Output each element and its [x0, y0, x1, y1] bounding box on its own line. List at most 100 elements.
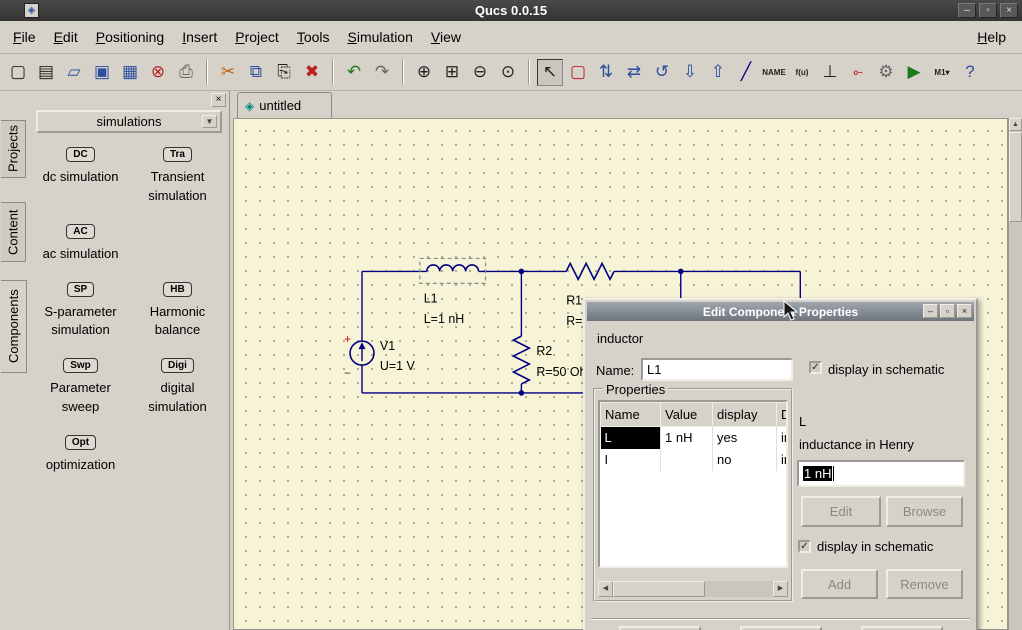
- v1-name-label[interactable]: V1: [380, 339, 395, 353]
- property-value-cell[interactable]: [660, 448, 713, 471]
- select-tool-icon[interactable]: ↖: [537, 58, 563, 86]
- copy-icon[interactable]: ⧉: [243, 59, 269, 86]
- popout-subcircuit-icon[interactable]: ⇧: [705, 59, 731, 86]
- property-display-checkbox[interactable]: [798, 540, 811, 553]
- scrollbar-thumb[interactable]: [1009, 132, 1022, 222]
- menu-view[interactable]: View: [422, 25, 470, 49]
- add-button[interactable]: Add: [801, 569, 878, 599]
- undo-icon[interactable]: ↶: [341, 59, 367, 86]
- r2-name-label[interactable]: R2: [536, 344, 552, 358]
- app-titlebar[interactable]: ◈ Qucs 0.0.15 – ▫ ×: [0, 0, 1022, 21]
- name-display-checkbox[interactable]: [809, 361, 822, 374]
- component-s-parameter-simulation[interactable]: SP S-parameter simulation: [33, 280, 128, 341]
- property-display-cell[interactable]: no: [712, 448, 777, 471]
- delete-icon[interactable]: ✖: [299, 59, 325, 86]
- rotate-icon[interactable]: ↺: [649, 59, 675, 86]
- mirror-x-icon[interactable]: ⇅: [593, 59, 619, 86]
- menu-edit[interactable]: Edit: [45, 25, 87, 49]
- vertical-scrollbar[interactable]: ▲: [1008, 118, 1022, 630]
- scroll-right-icon[interactable]: ▶: [773, 581, 788, 597]
- into-subcircuit-icon[interactable]: ⇩: [677, 59, 703, 86]
- zoom-box-icon[interactable]: ⊞: [439, 59, 465, 86]
- new-text-document-icon[interactable]: ▤: [33, 59, 59, 86]
- insert-port-icon[interactable]: o–: [845, 59, 871, 86]
- browse-button[interactable]: Browse: [886, 496, 963, 527]
- whats-this-icon[interactable]: ?: [957, 59, 983, 86]
- scroll-left-icon[interactable]: ◀: [598, 581, 613, 597]
- cut-icon[interactable]: ✂: [215, 59, 241, 86]
- print-icon[interactable]: ⎙: [173, 59, 199, 86]
- component-parameter-sweep[interactable]: Swp Parameter sweep: [33, 356, 128, 417]
- resistor-r2[interactable]: [511, 335, 532, 385]
- inductor-l1[interactable]: [425, 264, 480, 272]
- component-optimization[interactable]: Opt optimization: [33, 433, 128, 475]
- menu-project[interactable]: Project: [226, 25, 288, 49]
- dialog-minimize-icon[interactable]: –: [923, 304, 938, 318]
- resistor-r1[interactable]: [565, 261, 615, 282]
- sidebar-close-icon[interactable]: ×: [211, 93, 226, 107]
- mirror-y-icon[interactable]: ⇄: [621, 59, 647, 86]
- window-close-icon[interactable]: ×: [1000, 3, 1018, 18]
- property-desc-cell[interactable]: in: [776, 448, 786, 471]
- component-harmonic-balance[interactable]: HB Harmonic balance: [130, 280, 225, 341]
- save-all-icon[interactable]: ▦: [117, 59, 143, 86]
- edit-button[interactable]: Edit: [801, 496, 881, 527]
- tab-untitled[interactable]: ◈ untitled: [237, 92, 332, 118]
- sidebar-tab-projects[interactable]: Projects: [1, 120, 26, 178]
- l1-name-label[interactable]: L1: [424, 291, 438, 305]
- table-row[interactable]: I no in: [600, 448, 786, 471]
- l1-value-label[interactable]: L=1 nH: [424, 312, 464, 326]
- property-name-cell[interactable]: L: [600, 426, 661, 449]
- remove-button[interactable]: Remove: [886, 569, 963, 599]
- dialog-titlebar[interactable]: Edit Component Properties – ▫ ×: [587, 302, 974, 321]
- column-header-value[interactable]: Value: [660, 402, 713, 427]
- sidebar-tab-content[interactable]: Content: [1, 202, 26, 262]
- apply-button[interactable]: Apply: [740, 626, 822, 630]
- property-name-cell[interactable]: I: [600, 448, 661, 471]
- menu-tools[interactable]: Tools: [288, 25, 339, 49]
- column-header-display[interactable]: display: [712, 402, 777, 427]
- zoom-reset-icon[interactable]: ⊙: [495, 59, 521, 86]
- save-file-icon[interactable]: ▣: [89, 59, 115, 86]
- simulate-icon[interactable]: ▶: [901, 59, 927, 86]
- menu-simulation[interactable]: Simulation: [339, 25, 422, 49]
- component-transient-simulation[interactable]: Tra Transient simulation: [130, 145, 225, 206]
- menu-positioning[interactable]: Positioning: [87, 25, 174, 49]
- insert-equation-icon[interactable]: f(u): [789, 59, 815, 86]
- dialog-close-icon[interactable]: ×: [957, 304, 972, 318]
- component-ac-simulation[interactable]: AC ac simulation: [33, 222, 128, 264]
- window-minimize-icon[interactable]: –: [958, 3, 976, 18]
- table-horizontal-scrollbar[interactable]: ◀ ▶: [598, 581, 788, 597]
- column-header-description[interactable]: D: [776, 402, 786, 427]
- sidebar-tab-components[interactable]: Components: [1, 280, 27, 373]
- component-category-select[interactable]: simulations ▼: [36, 110, 222, 133]
- property-value-input[interactable]: 1 nH: [797, 460, 965, 487]
- name-input[interactable]: [641, 358, 793, 381]
- insert-ground-icon[interactable]: ⊥: [817, 59, 843, 86]
- scroll-up-icon[interactable]: ▲: [1009, 118, 1022, 131]
- menu-insert[interactable]: Insert: [173, 25, 226, 49]
- open-file-icon[interactable]: ▱: [61, 59, 87, 86]
- close-file-icon[interactable]: ⊗: [145, 59, 171, 86]
- scrollbar-thumb[interactable]: [613, 581, 705, 597]
- paste-icon[interactable]: ⎘: [271, 59, 297, 86]
- cancel-button[interactable]: Cancel: [861, 626, 943, 630]
- dialog-maximize-icon[interactable]: ▫: [940, 304, 955, 318]
- zoom-out-icon[interactable]: ⊖: [467, 59, 493, 86]
- simulation-settings-icon[interactable]: ⚙: [873, 59, 899, 86]
- property-value-cell[interactable]: 1 nH: [660, 426, 713, 449]
- insert-wire-icon[interactable]: ╱: [733, 59, 759, 86]
- menu-help[interactable]: Help: [965, 25, 1018, 49]
- new-document-icon[interactable]: ▢: [5, 59, 31, 86]
- zoom-in-icon[interactable]: ⊕: [411, 59, 437, 86]
- redo-icon[interactable]: ↷: [369, 59, 395, 86]
- properties-table[interactable]: Name Value display D L 1 nH yes in I no …: [598, 400, 788, 568]
- component-dc-simulation[interactable]: DC dc simulation: [33, 145, 128, 206]
- table-row[interactable]: L 1 nH yes in: [600, 426, 786, 449]
- wire-label-icon[interactable]: NAME: [761, 59, 787, 86]
- menu-file[interactable]: File: [4, 25, 45, 49]
- property-display-cell[interactable]: yes: [712, 426, 777, 449]
- property-desc-cell[interactable]: in: [776, 426, 786, 449]
- v1-value-label[interactable]: U=1 V: [380, 359, 416, 373]
- ok-button[interactable]: OK: [619, 626, 701, 630]
